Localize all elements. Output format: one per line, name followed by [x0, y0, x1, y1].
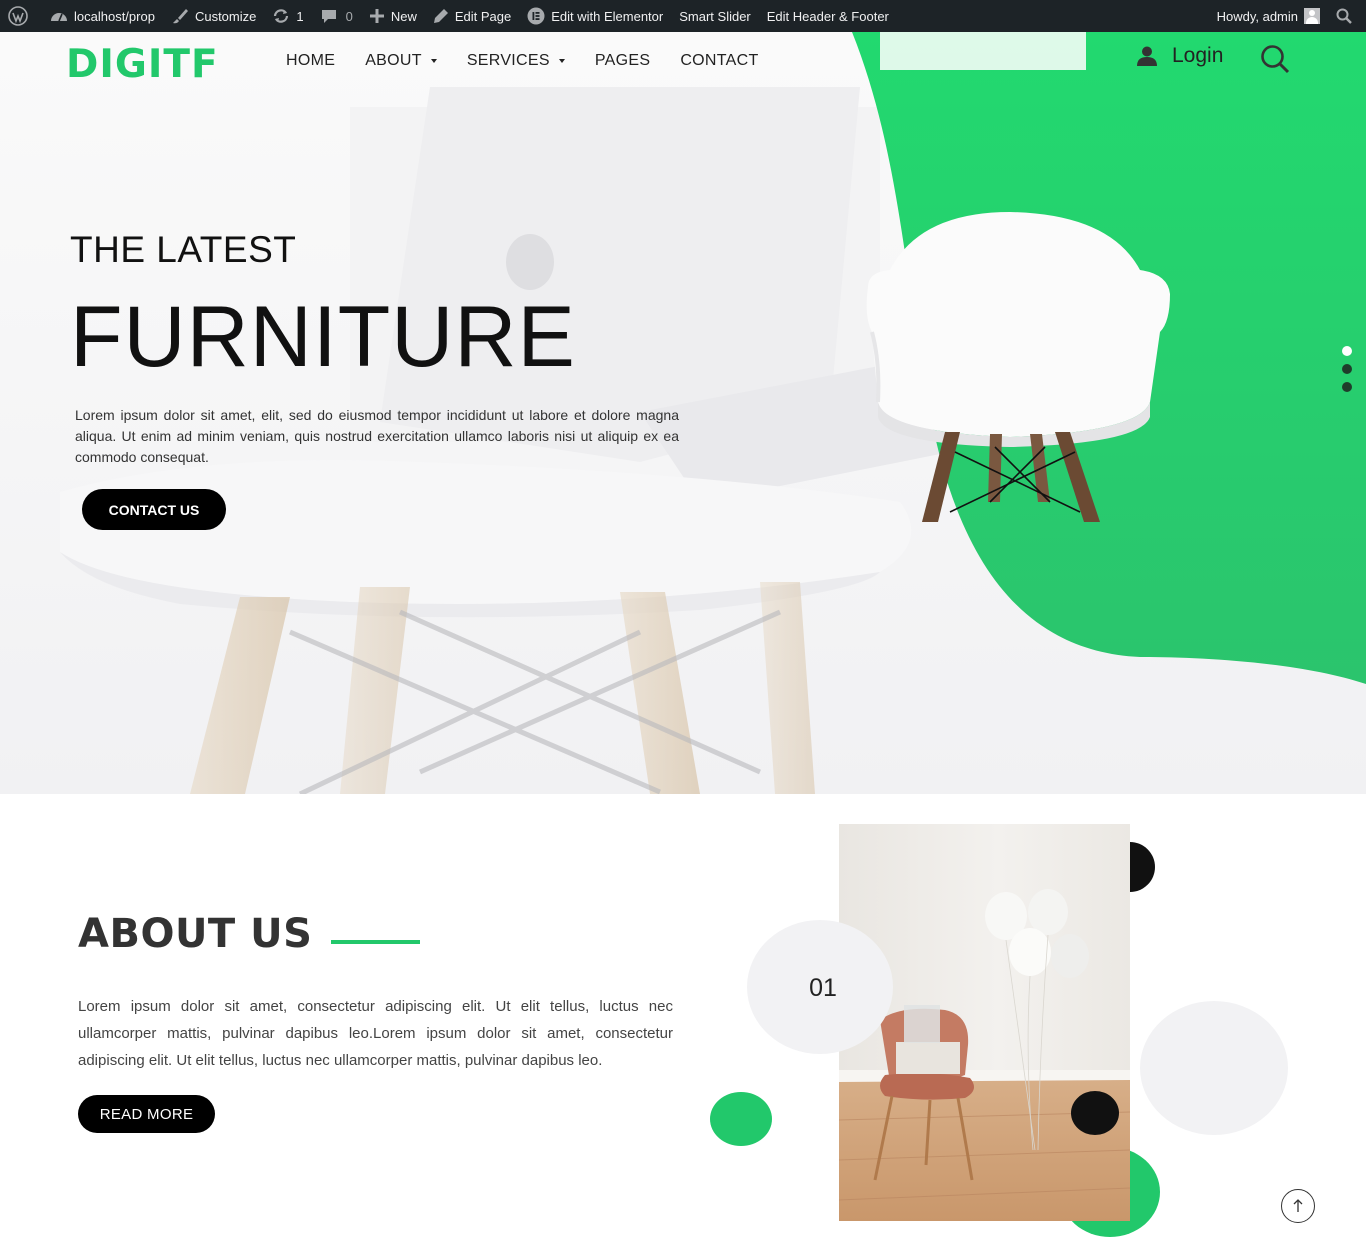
- nav-home-label: HOME: [286, 52, 336, 69]
- about-text: Lorem ipsum dolor sit amet, consectetur …: [78, 998, 673, 1069]
- search-button[interactable]: [1260, 44, 1290, 79]
- admin-site-link[interactable]: localhost/prop: [42, 0, 163, 32]
- customize-link[interactable]: Customize: [163, 0, 264, 32]
- updates-link[interactable]: 1: [264, 0, 311, 32]
- edit-header-footer-label: Edit Header & Footer: [766, 8, 889, 24]
- search-icon: [1261, 45, 1290, 74]
- comments-link[interactable]: 0: [312, 0, 361, 32]
- updates-count: 1: [296, 8, 304, 24]
- new-content-link[interactable]: New: [361, 0, 425, 32]
- about-title: ABOUT US: [78, 911, 313, 957]
- hero-slider: DIGITF HOME ABOUT SERVICES PAGES CONTACT…: [0, 32, 1366, 794]
- nav-about[interactable]: ABOUT: [365, 52, 437, 70]
- nav-services[interactable]: SERVICES: [467, 52, 565, 70]
- scroll-to-top-button[interactable]: [1281, 1189, 1315, 1223]
- nav-services-label: SERVICES: [466, 52, 550, 69]
- comments-count: 0: [345, 8, 353, 24]
- read-more-button[interactable]: READ MORE: [78, 1095, 215, 1133]
- my-account-link[interactable]: Howdy, admin: [1209, 0, 1328, 32]
- contact-us-button[interactable]: CONTACT US: [82, 489, 226, 530]
- slider-pagination: [1342, 346, 1352, 400]
- edit-page-label: Edit Page: [454, 8, 512, 24]
- arrow-up-icon: [1293, 1199, 1303, 1212]
- slider-dot-3[interactable]: [1342, 382, 1352, 392]
- site-name: localhost/prop: [74, 8, 155, 24]
- plus-icon: [369, 9, 384, 23]
- smart-slider-link[interactable]: Smart Slider: [671, 0, 759, 32]
- howdy-label: Howdy, admin: [1216, 8, 1298, 24]
- edit-elementor-label: Edit with Elementor: [551, 8, 664, 24]
- nav-contact[interactable]: CONTACT: [680, 52, 758, 70]
- slider-dot-1[interactable]: [1342, 346, 1352, 356]
- comment-icon: [321, 10, 336, 23]
- nav-home[interactable]: HOME: [286, 52, 335, 70]
- hero-title: FURNITURE: [70, 289, 576, 385]
- main-nav: HOME ABOUT SERVICES PAGES CONTACT: [286, 52, 789, 70]
- wordpress-icon: [8, 6, 28, 26]
- nav-pages-label: PAGES: [594, 52, 651, 69]
- login-button[interactable]: Login: [1136, 44, 1223, 68]
- login-label: Login: [1172, 44, 1224, 67]
- nav-contact-label: CONTACT: [680, 52, 759, 69]
- wordpress-logo-button[interactable]: [0, 0, 42, 32]
- pencil-icon: [433, 9, 448, 23]
- smart-slider-label: Smart Slider: [679, 8, 751, 24]
- hero-kicker: THE LATEST: [70, 229, 297, 270]
- search-icon: [1336, 8, 1352, 24]
- about-number: 01: [809, 973, 837, 1002]
- caret-down-icon: [558, 59, 565, 63]
- updates-icon: [274, 9, 289, 23]
- dashboard-icon: [51, 13, 67, 22]
- nav-about-label: ABOUT: [365, 52, 422, 69]
- brush-icon: [172, 9, 188, 24]
- slider-dot-2[interactable]: [1342, 364, 1352, 374]
- customize-label: Customize: [194, 8, 257, 24]
- user-icon: [1137, 46, 1157, 66]
- hero-description: Lorem ipsum dolor sit amet, elit, sed do…: [75, 407, 679, 465]
- elementor-icon: [527, 7, 545, 25]
- about-title-underline: [331, 940, 420, 944]
- new-label: New: [390, 8, 417, 24]
- avatar: [1304, 8, 1320, 24]
- edit-header-footer-link[interactable]: Edit Header & Footer: [759, 0, 897, 32]
- admin-search-button[interactable]: [1328, 0, 1366, 32]
- edit-elementor-link[interactable]: Edit with Elementor: [519, 0, 671, 32]
- caret-down-icon: [430, 59, 437, 63]
- admin-bar: localhost/prop Customize 1 0 New Edit Pa…: [0, 0, 1366, 32]
- edit-page-link[interactable]: Edit Page: [425, 0, 519, 32]
- site-logo[interactable]: DIGITF: [66, 42, 219, 87]
- nav-pages[interactable]: PAGES: [595, 52, 650, 70]
